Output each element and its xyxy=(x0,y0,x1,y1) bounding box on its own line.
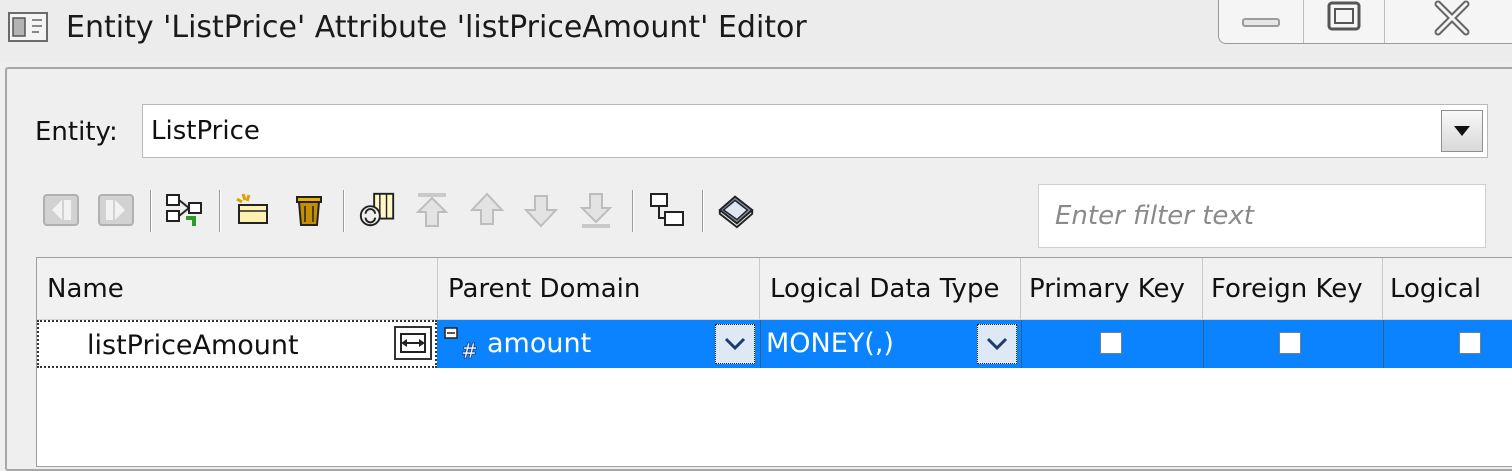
new-attribute-button[interactable] xyxy=(233,190,273,230)
toolbar-separator xyxy=(219,190,220,232)
minimize-icon xyxy=(1239,8,1283,32)
toolbar-separator xyxy=(702,190,703,232)
show-relationships-button[interactable] xyxy=(647,190,687,230)
properties-icon xyxy=(718,195,754,229)
maximize-icon xyxy=(1324,0,1364,40)
navigate-hierarchy-button[interactable] xyxy=(164,190,204,230)
move-right-icon xyxy=(98,194,134,226)
editor-window-icon[interactable] xyxy=(8,12,48,42)
column-header-parent-domain[interactable]: Parent Domain xyxy=(438,258,760,320)
filter-input[interactable] xyxy=(1038,184,1486,248)
attributes-table: Name Parent Domain Logical Data Type Pri… xyxy=(36,257,1512,467)
column-header-foreign-key[interactable]: Foreign Key xyxy=(1203,258,1383,320)
name-edit-button[interactable] xyxy=(394,326,432,360)
show-relationships-icon xyxy=(650,193,684,226)
reorder-columns-button[interactable] xyxy=(357,190,397,230)
domain-icon: # xyxy=(443,326,483,366)
delete-button[interactable] xyxy=(289,190,329,230)
close-icon xyxy=(1432,0,1472,40)
cell-separator xyxy=(1021,320,1022,368)
move-down-button[interactable] xyxy=(521,190,561,230)
cell-separator xyxy=(1203,320,1204,368)
move-to-top-button[interactable] xyxy=(412,190,452,230)
entity-combobox[interactable]: ListPrice xyxy=(142,104,1488,158)
logical-checkbox[interactable] xyxy=(1459,332,1481,354)
logical-data-type-value: MONEY(,) xyxy=(766,328,894,359)
move-to-bottom-icon xyxy=(579,193,613,228)
entity-dropdown-button[interactable] xyxy=(1441,110,1483,152)
close-button[interactable] xyxy=(1384,0,1512,43)
column-header-logical-data-type[interactable]: Logical Data Type xyxy=(760,258,1021,320)
maximize-button[interactable] xyxy=(1303,0,1385,43)
foreign-key-checkbox[interactable] xyxy=(1279,332,1301,354)
logical-data-type-dropdown-button[interactable] xyxy=(977,324,1017,364)
new-attribute-icon xyxy=(236,193,268,224)
primary-key-checkbox[interactable] xyxy=(1100,332,1122,354)
move-to-top-icon xyxy=(415,193,449,227)
delete-icon xyxy=(296,196,322,226)
move-to-bottom-button[interactable] xyxy=(576,190,616,230)
move-left-icon xyxy=(43,194,79,226)
attribute-name: listPriceAmount xyxy=(87,330,299,361)
parent-domain-value: amount xyxy=(487,328,592,359)
toolbar-separator xyxy=(150,190,151,232)
entity-value: ListPrice xyxy=(151,116,260,146)
column-header-name[interactable]: Name xyxy=(37,258,438,320)
window-title: Entity 'ListPrice' Attribute 'listPriceA… xyxy=(66,10,807,45)
move-up-button[interactable] xyxy=(467,190,507,230)
toolbar-separator xyxy=(343,190,344,232)
properties-button[interactable] xyxy=(716,190,756,230)
window-controls xyxy=(1218,0,1512,44)
move-right-button[interactable] xyxy=(96,190,136,230)
table-row[interactable]: listPriceAmount # amount MONEY(,) xyxy=(37,320,1512,368)
chevron-down-icon xyxy=(1454,126,1470,136)
reorder-columns-icon xyxy=(359,192,395,227)
entity-label: Entity: xyxy=(35,117,118,147)
column-header-primary-key[interactable]: Primary Key xyxy=(1021,258,1203,320)
chevron-down-icon xyxy=(986,337,1008,351)
column-header-logical[interactable]: Logical xyxy=(1383,258,1512,320)
parent-domain-dropdown-button[interactable] xyxy=(715,324,755,364)
minimize-button[interactable] xyxy=(1219,0,1303,43)
move-down-icon xyxy=(523,195,559,228)
svg-text:#: # xyxy=(461,339,478,362)
title-bar: Entity 'ListPrice' Attribute 'listPriceA… xyxy=(0,0,1512,62)
cell-separator xyxy=(1383,320,1384,368)
navigate-hierarchy-icon xyxy=(166,194,202,226)
move-left-button[interactable] xyxy=(41,190,81,230)
chevron-down-icon xyxy=(724,337,746,351)
cell-separator xyxy=(760,320,761,368)
toolbar-separator xyxy=(632,190,633,232)
move-up-icon xyxy=(469,192,505,225)
name-cell[interactable]: listPriceAmount xyxy=(37,320,437,368)
expand-editor-icon xyxy=(400,333,426,353)
